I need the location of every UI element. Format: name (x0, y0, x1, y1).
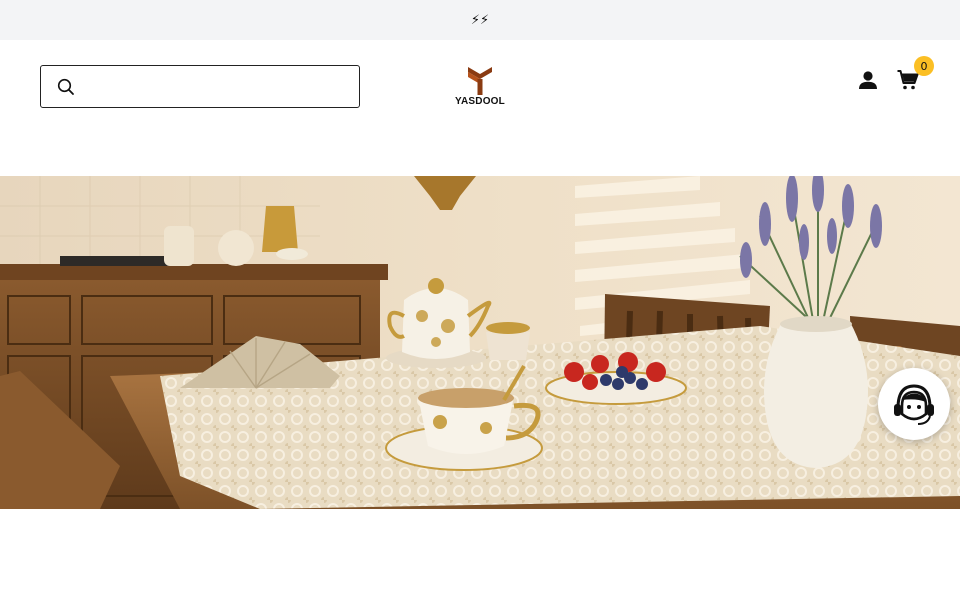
cart-count-badge: 0 (914, 56, 934, 76)
search-icon[interactable] (57, 78, 75, 96)
logo-text: YASDOOL (455, 96, 505, 107)
announcement-bar: ⚡⚡ (0, 0, 960, 40)
announcement-text: ⚡⚡ (470, 12, 490, 28)
user-icon[interactable] (856, 68, 880, 92)
logo-mark-icon (468, 67, 492, 95)
header-icons: 0 (856, 56, 934, 92)
search-box[interactable] (40, 65, 360, 108)
site-header: YASDOOL 0 (0, 40, 960, 132)
logo[interactable]: YASDOOL (455, 65, 505, 109)
customer-support-button[interactable] (878, 368, 950, 440)
main-nav (0, 132, 960, 176)
customer-support-icon (894, 384, 934, 425)
search-input[interactable] (85, 79, 335, 94)
hero-banner-image[interactable] (0, 176, 960, 509)
cart-icon[interactable]: 0 (896, 56, 934, 92)
